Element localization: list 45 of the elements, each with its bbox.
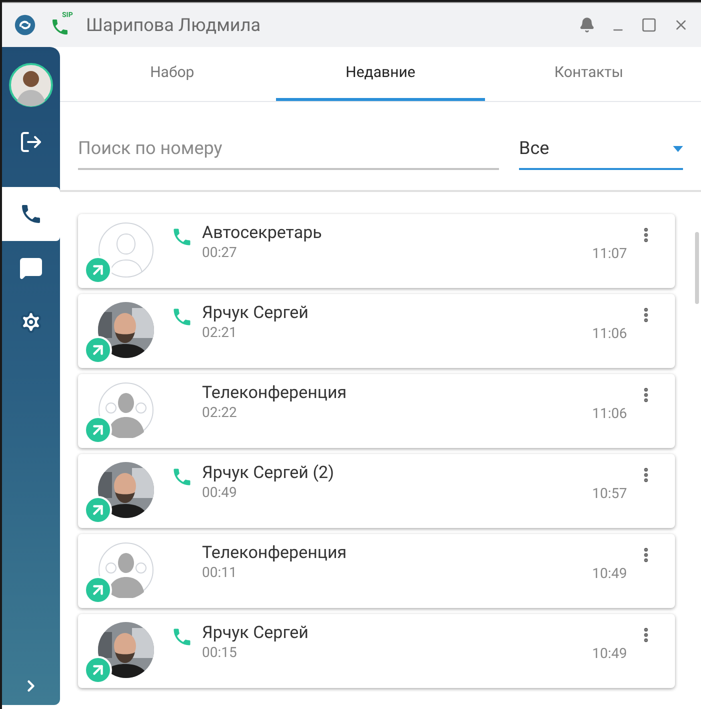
contact-name: Ярчук Сергей (2) [202, 462, 334, 484]
filter-dropdown[interactable]: Все [519, 135, 683, 170]
call-card[interactable]: Ярчук Сергей 00:15 10:49 [78, 614, 675, 688]
call-duration: 00:49 [202, 484, 238, 502]
person-outline-icon [98, 222, 154, 278]
tab[interactable]: Недавние [276, 47, 485, 101]
call-time: 11:06 [592, 405, 627, 424]
scrollbar [695, 232, 699, 304]
sidebar-item[interactable] [2, 187, 60, 241]
call-duration: 02:22 [202, 404, 238, 422]
call-time: 11:06 [592, 325, 627, 344]
call-duration: 00:15 [202, 644, 238, 662]
logout-icon [19, 130, 43, 154]
phone-icon [50, 17, 70, 37]
tab[interactable]: Набор [68, 47, 276, 101]
call-time: 10:57 [592, 485, 627, 504]
group-avatar-icon [98, 542, 154, 598]
caret-icon [673, 146, 683, 152]
contact-name: Телеконференция [202, 542, 347, 564]
contact-name: Автосекретарь [202, 222, 322, 244]
window-title: Шарипова Людмила [86, 14, 261, 38]
phone-icon [19, 202, 43, 226]
call-card[interactable]: Телеконференция 00:11 10:49 [78, 534, 675, 608]
call-duration: 00:11 [202, 564, 238, 582]
tab[interactable]: Контакты [484, 47, 693, 101]
contact-name: Телеконференция [202, 382, 347, 404]
bell-icon[interactable] [579, 17, 595, 33]
call-time: 10:49 [592, 565, 627, 584]
call-card[interactable]: Ярчук Сергей (2) 00:49 10:57 [78, 454, 675, 528]
call-time: 10:49 [592, 645, 627, 664]
settings-icon [19, 310, 43, 334]
call-time: 11:07 [592, 245, 627, 264]
chat-icon [19, 256, 43, 280]
call-duration: 00:27 [202, 244, 238, 262]
user-avatar[interactable] [9, 63, 53, 107]
call-duration: 02:21 [202, 324, 238, 342]
maximize-icon[interactable] [641, 17, 657, 33]
call-card[interactable]: Автосекретарь 00:27 11:07 [78, 214, 675, 288]
group-avatar-icon [98, 382, 154, 438]
search-field[interactable]: Поиск по номеру [78, 135, 499, 170]
app-logo-icon [14, 14, 36, 36]
contact-name: Ярчук Сергей [202, 622, 308, 644]
call-card[interactable]: Ярчук Сергей 02:21 11:06 [78, 294, 675, 368]
contact-name: Ярчук Сергей [202, 302, 308, 324]
call-card[interactable]: Телеконференция 02:22 11:06 [78, 374, 675, 448]
